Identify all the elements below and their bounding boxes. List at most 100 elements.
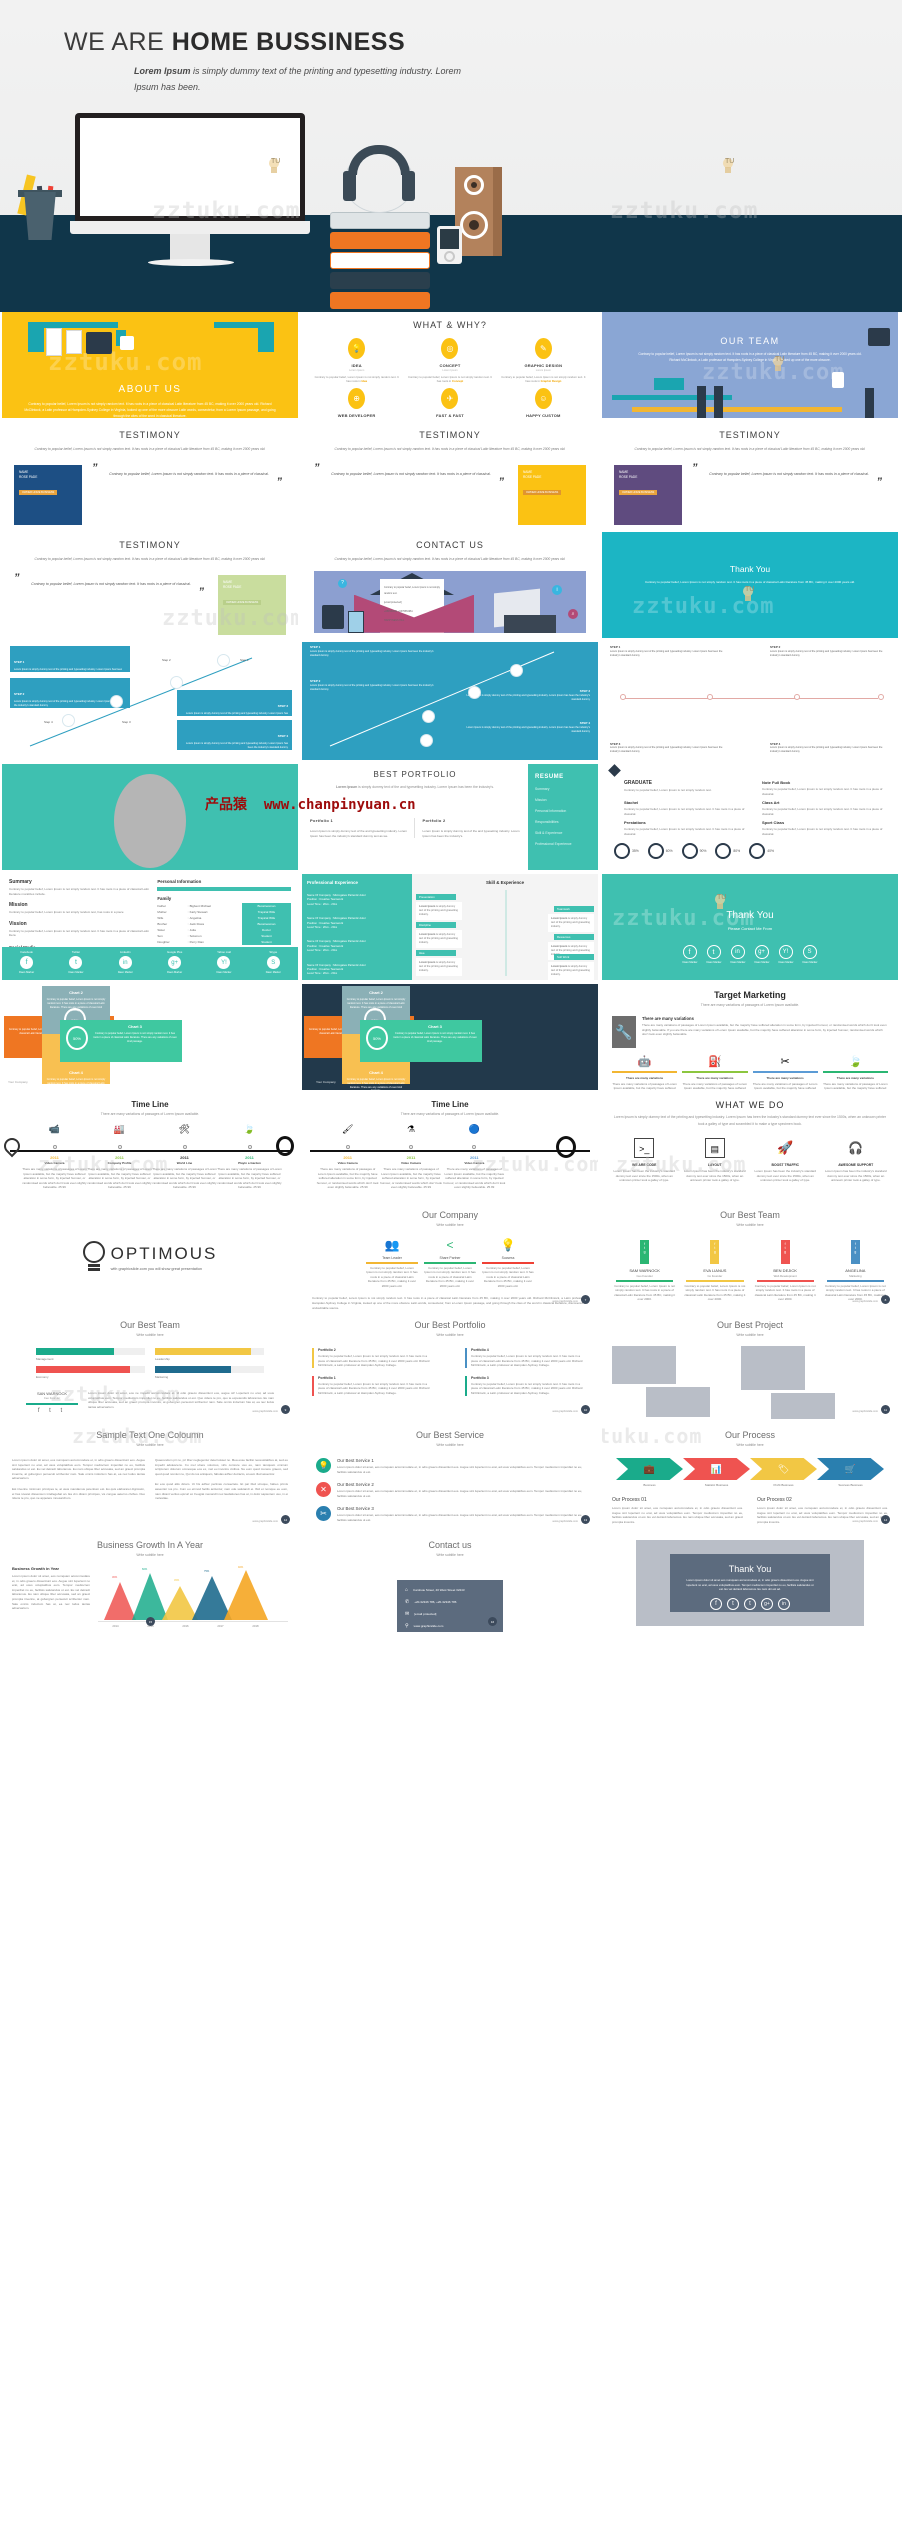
site-link[interactable]: www.graphicslide.com xyxy=(252,1410,278,1413)
resume-nav[interactable]: RESUME Summary Mission Personal Informat… xyxy=(528,764,598,870)
social-strip[interactable]: ftg xyxy=(850,1240,860,1264)
timeline-sub: There are many variations of passages of… xyxy=(400,1112,500,1116)
facebook-icon[interactable]: f xyxy=(710,1597,722,1610)
social-item[interactable]: Twitter t Daen Marker xyxy=(51,947,100,980)
social-strip[interactable]: ftg xyxy=(640,1240,650,1264)
social-strip[interactable]: ftg xyxy=(780,1240,790,1264)
slide-title: Our Company xyxy=(421,1210,479,1220)
social-item[interactable]: f Daen Marker xyxy=(682,945,698,964)
resume-nav-item[interactable]: Personal Information xyxy=(535,809,591,813)
chart-name: Chart 3 xyxy=(428,1024,442,1029)
slide-resume-profile[interactable]: DAEN MARKER Professional Marketing 23415… xyxy=(2,764,298,870)
slide-best-portfolio[interactable]: BEST PORTFOLIO Lorem Ipsum is simply dum… xyxy=(302,764,598,870)
social-item[interactable]: Yahoo mail Y! Daen Marker xyxy=(199,947,248,980)
slide-process-white[interactable]: STEP 1 Lorem Ipsum is simply dummy text … xyxy=(2,642,298,760)
resume-nav-item[interactable]: Skill & Experience xyxy=(535,831,591,835)
site-link[interactable]: www.graphicslide.com xyxy=(852,1520,878,1523)
resume-nav-item[interactable]: Professional Experience xyxy=(535,842,591,846)
project-thumb[interactable] xyxy=(612,1346,676,1384)
google-plus-icon[interactable]: g+ xyxy=(761,1597,773,1610)
slide-about-us[interactable]: ABOUT US Contrary to popular belief, Lor… xyxy=(2,312,298,418)
slide-timeline-1[interactable]: Time Line There are many variations of p… xyxy=(2,1094,298,1200)
slide-our-company[interactable]: Our Company Write subtitle here 👥 Team L… xyxy=(302,1204,598,1310)
slide-our-best-portfolio[interactable]: Our Best Portfolio Write subtitle here P… xyxy=(302,1314,598,1420)
project-thumb[interactable] xyxy=(741,1346,805,1390)
social-item[interactable]: Linkedin in Daen Marker xyxy=(101,947,150,980)
resume-nav-item[interactable]: Summary xyxy=(535,787,591,791)
slide-testimony-2[interactable]: TESTIMONY Contrary to popular belief, Lo… xyxy=(302,422,598,528)
slide-target-marketing[interactable]: Target Marketing There are many variatio… xyxy=(602,984,898,1090)
twitter-icon[interactable]: t xyxy=(727,1597,739,1610)
skill-tag: Presentation xyxy=(416,894,456,900)
what-why-item[interactable]: ☺ HAPPY CUSTOM Lorem Ipsum Contrary to p… xyxy=(499,387,588,418)
slide-process-red[interactable]: STEP 1 Lorem Ipsum is simply dummy text … xyxy=(602,642,898,760)
slide-timeline-2[interactable]: Time Line There are many variations of p… xyxy=(302,1094,598,1200)
social-item[interactable]: Google Plus g+ Daen Marker xyxy=(150,947,199,980)
social-item[interactable]: g+ Daen Marker xyxy=(754,945,770,964)
project-thumb[interactable] xyxy=(646,1387,710,1417)
slide-graduate[interactable]: GRADUATE Contrary to popular belief, Lor… xyxy=(602,764,898,870)
what-why-item[interactable]: ◎ CONCEPT Lorem Ipsum Contrary to popula… xyxy=(405,338,494,384)
slide-our-best-team-2[interactable]: Our Best Team Write subtitle here Manage… xyxy=(2,1314,298,1420)
globe-icon: ⊕ xyxy=(348,387,366,409)
testimony-row: NAME ROSE PADE OWNER HOME BUSINESS ” Con… xyxy=(2,462,298,525)
site-link[interactable]: www.graphicslide.com xyxy=(552,1300,578,1303)
target-card: 🤖 There are many variations There are ma… xyxy=(612,1055,678,1090)
timeline-node-item: 🔵 2011 Video Camera There are many varia… xyxy=(443,1124,506,1190)
slide-thank-you-teal[interactable]: Thank You Contrary to popular belief, Lo… xyxy=(602,532,898,638)
slide-sub: Write subtitle here xyxy=(436,1333,464,1337)
social-item[interactable]: Facebook f Daen Marker xyxy=(2,947,51,980)
slide-charts-light[interactable]: Chart 1 Contrary to popular belief, Lore… xyxy=(2,984,298,1090)
social-strip[interactable]: ftg xyxy=(710,1240,720,1264)
what-why-item[interactable]: ✈ FAST & FAST Lorem Ipsum Contrary to po… xyxy=(405,387,494,418)
team-illustration xyxy=(602,328,898,418)
social-icons[interactable]: f t t xyxy=(26,1408,78,1414)
slide-contact-us-2[interactable]: Contact us Write subtitle here ⌂ Cambuie… xyxy=(302,1534,598,1632)
slide-our-best-service[interactable]: Our Best Service Write subtitle here 💡 O… xyxy=(302,1424,598,1530)
testimony-title: TESTIMONY xyxy=(419,430,481,440)
social-item[interactable]: Y! Daen Marker xyxy=(778,945,794,964)
item-name: GRADUATE xyxy=(624,780,652,786)
slide-experience[interactable]: Professional Experience Name Of Company … xyxy=(302,874,598,980)
social-item[interactable]: t Daen Marker xyxy=(706,945,722,964)
slide-summary[interactable]: Summary Contrary to popular belief, Lore… xyxy=(2,874,298,980)
site-link[interactable]: www.graphicslide.com xyxy=(852,1300,878,1303)
slide-contact-us[interactable]: CONTACT US Contrary to popular belief, L… xyxy=(302,532,598,638)
linkedin-icon[interactable]: in xyxy=(778,1597,790,1610)
what-why-item[interactable]: 💡 IDEA Lorem Ipsum Contrary to popular b… xyxy=(312,338,401,384)
slide-sample-text[interactable]: Sample Text One Coloumn Write subtitle h… xyxy=(2,1424,298,1530)
slide-our-team[interactable]: OUR TEAM Contrary to popular belief, Lor… xyxy=(602,312,898,418)
what-why-item[interactable]: ⊕ WEB DEVELOPER Lorem Ipsum Contrary to … xyxy=(312,387,401,418)
book-navy xyxy=(330,272,430,289)
tumblr-icon[interactable]: t xyxy=(744,1597,756,1610)
team-member: ftg BEN DEJICK Web Development Contrary … xyxy=(753,1240,818,1302)
site-link[interactable]: www.graphicslide.com xyxy=(552,1410,578,1413)
slide-charts-dark[interactable]: Chart 1 Contrary to popular belief, Lore… xyxy=(302,984,598,1090)
slide-title: Our Process xyxy=(724,1430,775,1440)
social-item[interactable]: Skype S Daen Marker xyxy=(249,947,298,980)
slide-our-best-project[interactable]: Our Best Project Write subtitle here Con… xyxy=(602,1314,898,1420)
project-thumb[interactable] xyxy=(771,1393,835,1419)
slide-thank-you-mint[interactable]: Thank You Please Contact Me From f Daen M… xyxy=(602,874,898,980)
slide-optimous[interactable]: OPTIMOUS with graphicslide.com you will … xyxy=(2,1204,298,1310)
slide-testimony-3[interactable]: TESTIMONY Contrary to popular belief, Lo… xyxy=(602,422,898,528)
slide-business-growth[interactable]: Business Growth In A Year Write subtitle… xyxy=(2,1534,298,1632)
site-link[interactable]: www.graphicslide.com xyxy=(252,1520,278,1523)
social-item[interactable]: S Daen Marker xyxy=(802,945,818,964)
what-why-item[interactable]: ✎ GRAPHIC DESIGN Lorem Ipsum Contrary to… xyxy=(499,338,588,384)
slide-our-process[interactable]: Our Process Write subtitle here 💼 Busine… xyxy=(602,1424,898,1530)
slide-what-we-do[interactable]: WHAT WE DO Lorem Ipsum is simply dummy t… xyxy=(602,1094,898,1200)
slide-what-why[interactable]: WHAT & WHY? 💡 IDEA Lorem Ipsum Contrary … xyxy=(302,312,598,418)
social-item[interactable]: in Daen Marker xyxy=(730,945,746,964)
resume-nav-item[interactable]: Mission xyxy=(535,798,591,802)
exp-row: Level Time : 20xx - 20xx xyxy=(307,901,338,906)
slide-our-best-team[interactable]: Our Best Team Write subtitle here ftg SA… xyxy=(602,1204,898,1310)
slide-thank-you-final[interactable]: Thank You Lorem ipsum dolor sit amet eos… xyxy=(602,1534,898,1632)
site-link[interactable]: www.graphicslide.com xyxy=(852,1410,878,1413)
site-link[interactable]: www.graphicslide.com xyxy=(552,1520,578,1523)
slide-testimony-4[interactable]: TESTIMONY Contrary to popular belief, Lo… xyxy=(2,532,298,638)
resume-nav-item[interactable]: Responsibilities xyxy=(535,820,591,824)
timeline-title: Time Line xyxy=(131,1100,169,1109)
slide-process-blue[interactable]: STEP 1 Lorem Ipsum is simply dummy text … xyxy=(302,642,598,760)
slide-testimony-1[interactable]: TESTIMONY Contrary to popular belief, Lo… xyxy=(2,422,298,528)
